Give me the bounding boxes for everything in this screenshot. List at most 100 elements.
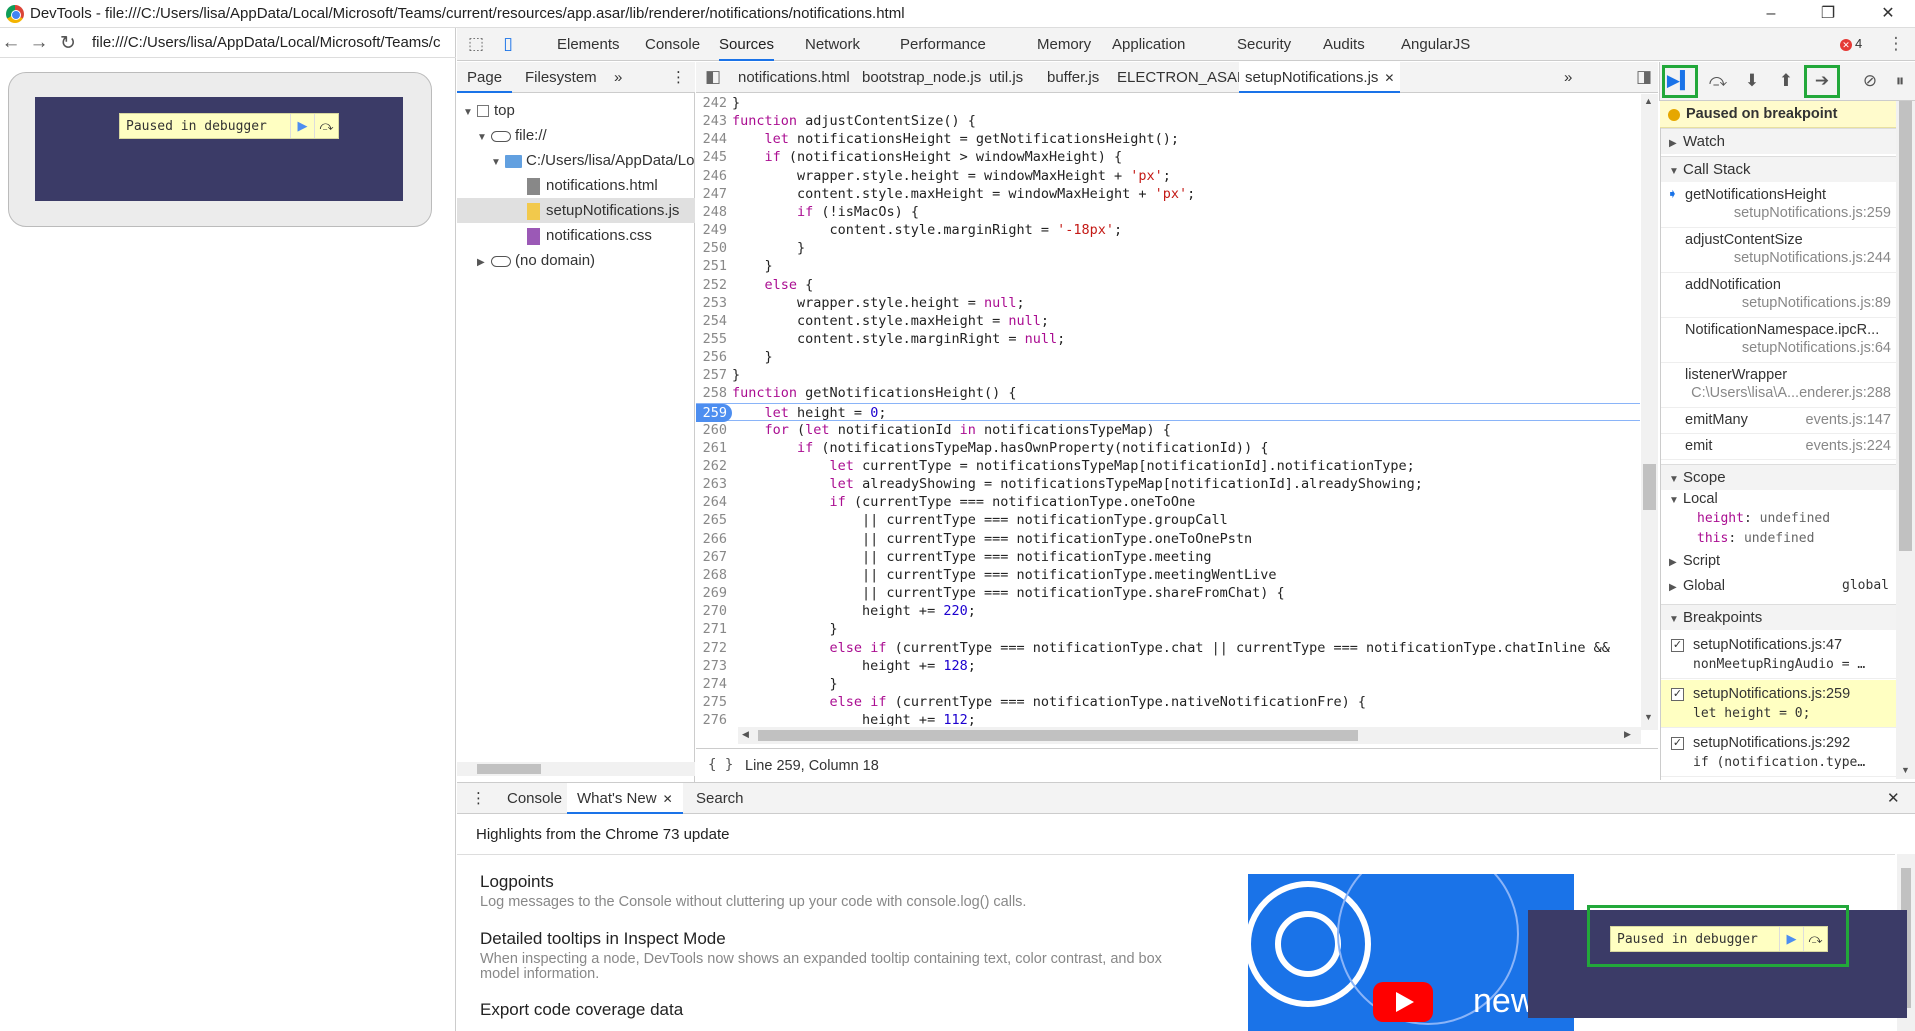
overlay-resume-icon[interactable]: ▶ [1779,927,1803,951]
navigator-scroll-thumb[interactable] [477,764,541,774]
code-line[interactable]: 261 if (notificationsTypeMap.hasOwnPrope… [696,439,1640,457]
line-number[interactable]: 275 [696,693,732,711]
maximize-button[interactable]: ❐ [1806,2,1850,26]
line-number[interactable]: 258 [696,384,732,402]
code-editor[interactable]: 242} 243 function adjustContentSize() {244… [696,94,1658,726]
breakpoint-item[interactable]: ✓ setupNotifications.js:292 if (notificati… [1661,729,1896,777]
editor-tab[interactable]: setupNotifications.js ✕ [1239,62,1401,93]
code-line[interactable]: 263 let alreadyShowing = notificationsTy… [696,475,1640,493]
line-number[interactable]: 265 [696,511,732,529]
line-number[interactable]: 268 [696,566,732,584]
line-number[interactable]: 271 [696,620,732,638]
drawer-tab-search[interactable]: Search [686,783,754,814]
code-line[interactable]: 257} [696,366,1640,384]
drawer-close-icon[interactable]: ✕ [1887,783,1900,814]
minimize-button[interactable]: – [1749,2,1793,26]
pretty-print-button[interactable]: { } [708,757,733,773]
code-line[interactable]: 250 } [696,239,1640,257]
code-line[interactable]: 255 content.style.marginRight = null; [696,330,1640,348]
overlay-step-over-icon[interactable]: ⤼ [1803,927,1827,951]
step-button[interactable]: ➔ [1804,65,1840,98]
code-line[interactable]: 272 else if (currentType === notificatio… [696,639,1640,657]
line-number[interactable]: 261 [696,439,732,457]
code-line[interactable]: 265 || currentType === notificationType.… [696,511,1640,529]
collapsed-arrow-icon[interactable]: ▶ [477,250,491,275]
error-badge[interactable]: ✕ 4 [1840,36,1862,51]
inspect-element-icon[interactable]: ⬚ [465,34,487,54]
call-frame[interactable]: adjustContentSize setupNotifications.js:2… [1661,228,1896,273]
line-number[interactable]: 243 [696,112,732,130]
sidebar-scroll-thumb[interactable] [1899,101,1912,551]
tab-console[interactable]: Console [645,28,700,61]
scope-variable[interactable]: this: undefined [1697,531,1814,546]
line-number[interactable]: 259 [696,403,732,422]
scroll-up-icon[interactable]: ▲ [1644,96,1653,106]
code-line[interactable]: 266 || currentType === notificationType.… [696,530,1640,548]
expanded-arrow-icon[interactable]: ▼ [491,150,505,175]
code-line[interactable]: 258 function getNotificationsHeight() { [696,384,1640,402]
tree-item[interactable]: setupNotifications.js [457,198,695,223]
forward-icon[interactable]: → [28,32,50,54]
breakpoint-checkbox[interactable]: ✓ [1671,688,1684,701]
section-scope[interactable]: ▼ Scope [1661,464,1896,490]
navigator-scrollbar[interactable] [457,762,695,776]
line-number[interactable]: 273 [696,657,732,675]
line-number[interactable]: 252 [696,276,732,294]
code-line[interactable]: 276 height += 112; [696,711,1640,726]
code-line[interactable]: 271 } [696,620,1640,638]
code-line[interactable]: 256 } [696,348,1640,366]
close-drawer-tab-icon[interactable]: ✕ [663,792,673,806]
line-number[interactable]: 263 [696,475,732,493]
call-frame[interactable]: listenerWrapper C:\Users\lisa\A...enderer… [1661,363,1896,408]
code-line[interactable]: 254 content.style.maxHeight = null; [696,312,1640,330]
line-number[interactable]: 274 [696,675,732,693]
section-breakpoints[interactable]: ▼ Breakpoints [1661,604,1896,630]
editor-more-tabs-icon[interactable]: » [1564,62,1572,93]
tab-filesystem[interactable]: Filesystem [525,62,597,93]
line-number[interactable]: 272 [696,639,732,657]
editor-vscroll-thumb[interactable] [1643,464,1656,510]
code-line[interactable]: 269 || currentType === notificationType.… [696,584,1640,602]
step-into-button[interactable]: ⬇ [1738,68,1766,94]
code-line[interactable]: 252 else { [696,276,1640,294]
expanded-arrow-icon[interactable]: ▼ [463,100,477,125]
tab-elements[interactable]: Elements [557,28,620,61]
code-line[interactable]: 262 let currentType = notificationsTypeM… [696,457,1640,475]
line-number[interactable]: 266 [696,530,732,548]
scope-script[interactable]: ▶ Script [1669,553,1889,569]
editor-tab[interactable]: util.js [983,62,1029,93]
code-line[interactable]: 273 height += 128; [696,657,1640,675]
tab-memory[interactable]: Memory [1037,28,1091,61]
scope-global[interactable]: ▶ Global global [1669,578,1889,594]
tree-item[interactable]: notifications.css [457,223,695,248]
code-line[interactable]: 274 } [696,675,1640,693]
line-number[interactable]: 248 [696,203,732,221]
code-line[interactable]: 244 let notificationsHeight = getNotific… [696,130,1640,148]
line-number[interactable]: 256 [696,348,732,366]
resume-button[interactable]: ▶▍ [1662,65,1698,98]
back-icon[interactable]: ← [0,32,22,54]
tree-item[interactable]: ▶ (no domain) [457,248,695,273]
tab-audits[interactable]: Audits [1323,28,1365,61]
line-number[interactable]: 264 [696,493,732,511]
navigator-more-icon[interactable]: » [614,62,622,93]
line-number[interactable]: 247 [696,185,732,203]
line-number[interactable]: 249 [696,221,732,239]
pause-on-exceptions-button[interactable]: ⏸ [1886,68,1914,94]
tab-page[interactable]: Page [457,62,513,93]
line-number[interactable]: 260 [696,421,732,439]
breakpoint-checkbox[interactable]: ✓ [1671,737,1684,750]
whats-new-item-title[interactable]: Detailed tooltips in Inspect Mode [480,929,726,949]
toggle-debugger-icon[interactable]: ◨ [1633,67,1655,87]
editor-vertical-scrollbar[interactable]: ▲ ▼ [1641,94,1658,730]
tree-item[interactable]: ▼ C:/Users/lisa/AppData/Lo [457,148,695,173]
tab-application[interactable]: Application [1112,28,1185,61]
scope-local[interactable]: ▼ Local [1669,491,1718,507]
whats-new-item-title[interactable]: Export code coverage data [480,1000,683,1020]
drawer-menu-icon[interactable]: ⋮ [471,783,486,814]
tab-security[interactable]: Security [1237,28,1291,61]
line-number[interactable]: 251 [696,257,732,275]
code-line[interactable]: 259 let height = 0; [696,402,1640,422]
code-line[interactable]: 267 || currentType === notificationType.… [696,548,1640,566]
scroll-down-icon[interactable]: ▼ [1644,712,1653,722]
